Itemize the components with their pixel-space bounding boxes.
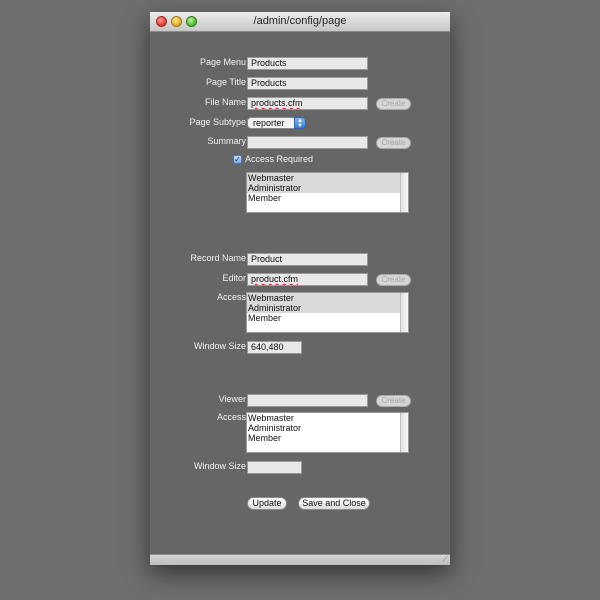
file-name-value: products.cfm <box>251 98 303 108</box>
summary-create-button[interactable]: Create <box>376 137 411 149</box>
viewer-field[interactable] <box>247 394 368 407</box>
record-name-label: Record Name <box>190 253 246 263</box>
viewer-window-size-label: Window Size <box>193 461 246 471</box>
save-and-close-button[interactable]: Save and Close <box>298 497 370 510</box>
file-name-label: File Name <box>204 97 246 107</box>
list-option-administrator[interactable]: Administrator <box>247 183 403 193</box>
viewer-window-size-field[interactable] <box>247 461 302 474</box>
file-name-create-button[interactable]: Create <box>376 98 411 110</box>
list-option-member[interactable]: Member <box>247 433 403 443</box>
list-option-member[interactable]: Member <box>247 313 403 323</box>
list-option-administrator[interactable]: Administrator <box>247 423 403 433</box>
record-window-size-label: Window Size <box>193 341 246 351</box>
viewer-access-list[interactable]: Webmaster Administrator Member <box>246 412 409 453</box>
list-scrollbar[interactable] <box>400 413 408 452</box>
list-option-webmaster[interactable]: Webmaster <box>247 293 403 303</box>
viewer-label: Viewer <box>218 394 246 404</box>
status-bar: ⟋ <box>150 554 450 565</box>
checkmark-icon: ✓ <box>234 155 241 164</box>
record-window-size-field[interactable]: 640,480 <box>247 341 302 354</box>
page-subtype-label: Page Subtype <box>189 117 246 127</box>
update-button[interactable]: Update <box>247 497 287 510</box>
window-title: /admin/config/page <box>253 15 347 27</box>
page-menu-field[interactable]: Products <box>247 57 368 70</box>
page-access-list[interactable]: Webmaster Administrator Member <box>246 172 409 213</box>
list-option-webmaster[interactable]: Webmaster <box>247 173 403 183</box>
editor-label: Editor <box>222 273 246 283</box>
page-menu-label: Page Menu <box>199 57 246 67</box>
page-title-label: Page Title <box>205 77 246 87</box>
list-scrollbar[interactable] <box>400 173 408 212</box>
summary-label: Summary <box>207 136 246 146</box>
file-name-field[interactable]: products.cfm <box>247 97 368 110</box>
list-scrollbar[interactable] <box>400 293 408 332</box>
page-subtype-select[interactable]: reporter ▲ ▼ <box>247 117 306 129</box>
list-option-administrator[interactable]: Administrator <box>247 303 403 313</box>
record-access-list[interactable]: Webmaster Administrator Member <box>246 292 409 333</box>
access-required-checkbox[interactable]: ✓ <box>233 155 242 164</box>
list-option-webmaster[interactable]: Webmaster <box>247 413 403 423</box>
resize-grip-icon[interactable]: ⟋ <box>442 556 448 564</box>
viewer-access-label: Access <box>216 412 246 422</box>
list-option-member[interactable]: Member <box>247 193 403 203</box>
config-window: /admin/config/page Page Menu Products Pa… <box>150 12 450 565</box>
page-subtype-value: reporter <box>253 118 285 128</box>
summary-field[interactable] <box>247 136 368 149</box>
viewer-create-button[interactable]: Create <box>376 395 411 407</box>
editor-value: product.cfm <box>251 274 299 284</box>
title-bar[interactable]: /admin/config/page <box>150 12 450 32</box>
page-title-field[interactable]: Products <box>247 77 368 90</box>
record-name-field[interactable]: Product <box>247 253 368 266</box>
editor-field[interactable]: product.cfm <box>247 273 368 286</box>
record-access-label: Access <box>216 292 246 302</box>
editor-create-button[interactable]: Create <box>376 274 411 286</box>
chevron-updown-icon: ▲ ▼ <box>294 117 306 129</box>
access-required-label: Access Required <box>245 154 314 164</box>
